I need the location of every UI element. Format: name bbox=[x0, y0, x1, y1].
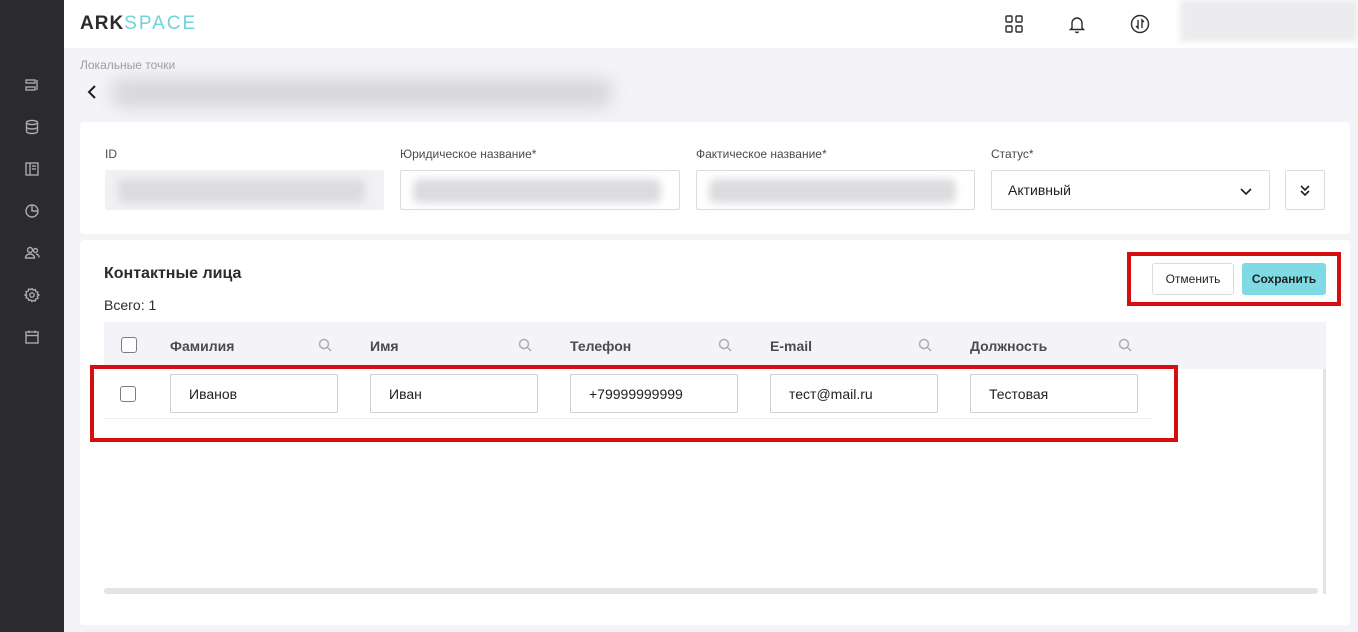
calendar-icon[interactable] bbox=[22, 327, 42, 347]
contacts-card: Контактные лица Всего: 1 Отменить Сохран… bbox=[80, 240, 1350, 625]
breadcrumb[interactable]: Локальные точки bbox=[80, 58, 175, 72]
status-value: Активный bbox=[1008, 182, 1071, 198]
search-icon[interactable] bbox=[518, 338, 532, 352]
top-bar: ARKSPACE bbox=[64, 0, 1358, 48]
actual-name-label: Фактическое название* bbox=[696, 147, 827, 161]
user-profile-blurred[interactable] bbox=[1180, 0, 1358, 42]
details-card: ID Юридическое название* Фактическое наз… bbox=[80, 122, 1350, 234]
search-icon[interactable] bbox=[318, 338, 332, 352]
status-label: Статус* bbox=[991, 147, 1034, 161]
status-select[interactable]: Активный bbox=[991, 170, 1270, 210]
search-icon[interactable] bbox=[918, 338, 932, 352]
search-icon[interactable] bbox=[718, 338, 732, 352]
actual-name-field[interactable] bbox=[696, 170, 975, 210]
select-all-checkbox[interactable] bbox=[121, 337, 137, 353]
column-header-first-name[interactable]: Имя bbox=[370, 338, 399, 354]
legal-name-field[interactable] bbox=[400, 170, 680, 210]
column-header-email[interactable]: E-mail bbox=[770, 338, 812, 354]
sidebar bbox=[0, 0, 64, 632]
id-field bbox=[105, 170, 384, 210]
highlight-box-row bbox=[90, 365, 1178, 442]
layout-icon[interactable] bbox=[22, 159, 42, 179]
bell-icon[interactable] bbox=[1066, 13, 1088, 35]
column-header-phone[interactable]: Телефон bbox=[570, 338, 631, 354]
legal-name-value-blurred bbox=[413, 179, 661, 203]
actual-name-value-blurred bbox=[709, 179, 956, 203]
horizontal-scrollbar[interactable] bbox=[104, 588, 1318, 594]
database-icon[interactable] bbox=[22, 117, 42, 137]
search-icon[interactable] bbox=[1118, 338, 1132, 352]
column-header-position[interactable]: Должность bbox=[970, 338, 1047, 354]
pie-chart-icon[interactable] bbox=[22, 201, 42, 221]
contacts-table: Фамилия Имя Телефон E-mail Должность bbox=[90, 322, 1326, 594]
table-header: Фамилия Имя Телефон E-mail Должность bbox=[104, 322, 1326, 369]
list-icon[interactable] bbox=[22, 75, 42, 95]
back-icon[interactable] bbox=[84, 82, 100, 102]
id-label: ID bbox=[105, 147, 117, 161]
users-icon[interactable] bbox=[22, 243, 42, 263]
expand-button[interactable] bbox=[1285, 170, 1325, 210]
legal-name-label: Юридическое название* bbox=[400, 147, 537, 161]
logo-part-2: SPACE bbox=[124, 13, 198, 34]
logo-part-1: ARK bbox=[80, 13, 125, 34]
grid-icon[interactable] bbox=[1003, 13, 1025, 35]
settings-icon[interactable] bbox=[22, 285, 42, 305]
section-title: Контактные лица bbox=[104, 265, 242, 282]
page-title-blurred bbox=[112, 78, 612, 108]
highlight-box-buttons bbox=[1127, 252, 1341, 306]
double-chevron-down-icon bbox=[1300, 185, 1310, 197]
id-value-blurred bbox=[118, 179, 365, 203]
sync-icon[interactable] bbox=[1129, 13, 1151, 35]
logo[interactable]: ARKSPACE bbox=[80, 13, 197, 35]
chevron-down-icon bbox=[1239, 184, 1253, 198]
column-header-last-name[interactable]: Фамилия bbox=[170, 338, 234, 354]
total-count: Всего: 1 bbox=[104, 297, 157, 313]
